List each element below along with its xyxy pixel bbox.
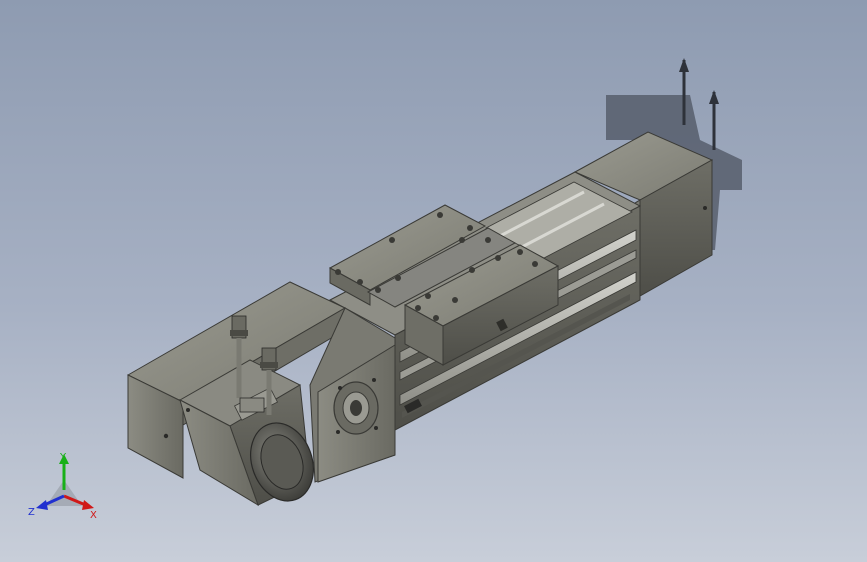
z-axis-head [36,500,48,510]
x-axis-head [82,500,94,510]
z-axis-label: Z [28,507,35,518]
orientation-triad[interactable]: Y X Z [24,448,104,524]
x-axis-label: X [90,510,97,521]
graphics-viewport[interactable] [0,0,867,562]
y-axis-label: Y [59,452,67,463]
